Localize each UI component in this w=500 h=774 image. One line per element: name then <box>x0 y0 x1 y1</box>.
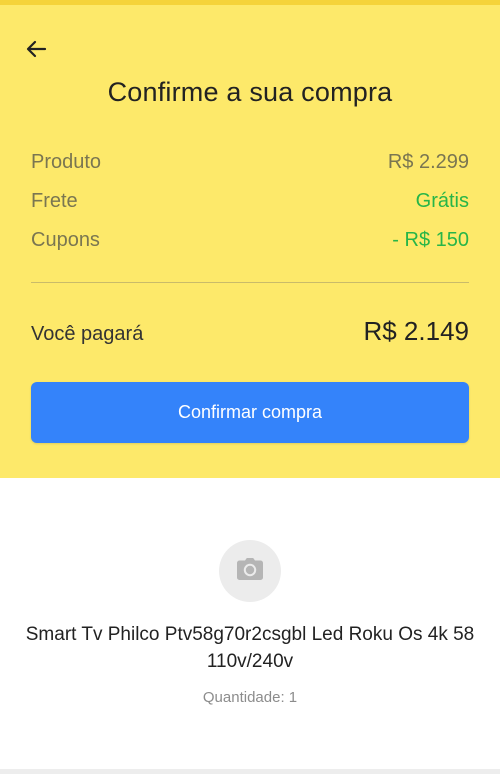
summary-value: Grátis <box>415 190 469 212</box>
summary-value: - R$ 150 <box>392 229 469 251</box>
confirm-purchase-button[interactable]: Confirmar compra <box>31 382 469 443</box>
total-row: Você pagará R$ 2.149 <box>31 316 469 347</box>
arrow-left-icon <box>24 37 48 61</box>
camera-icon <box>236 557 264 586</box>
bottom-divider <box>0 769 500 774</box>
product-details: Smart Tv Philco Ptv58g70r2csgbl Led Roku… <box>0 478 500 769</box>
summary-label: Produto <box>31 151 102 173</box>
product-quantity: Quantidade: 1 <box>202 689 298 706</box>
product-name: Smart Tv Philco Ptv58g70r2csgbl Led Roku… <box>25 624 475 672</box>
summary-value: R$ 2.299 <box>387 151 469 173</box>
summary-label: Frete <box>31 190 78 212</box>
checkout-confirmation-screen: Confirme a sua compra Produto R$ 2.299 F… <box>0 0 500 774</box>
page-title: Confirme a sua compra <box>107 77 393 107</box>
summary-divider <box>31 282 469 283</box>
summary-row-cupons: Cupons - R$ 150 <box>31 229 469 252</box>
total-value: R$ 2.149 <box>363 316 469 346</box>
total-label: Você pagará <box>31 323 144 345</box>
back-button[interactable] <box>20 33 52 65</box>
summary-label: Cupons <box>31 229 100 251</box>
purchase-summary-panel: Confirme a sua compra Produto R$ 2.299 F… <box>0 5 500 478</box>
product-image-placeholder <box>219 540 281 602</box>
summary-row-produto: Produto R$ 2.299 <box>31 151 469 174</box>
summary-row-frete: Frete Grátis <box>31 190 469 213</box>
